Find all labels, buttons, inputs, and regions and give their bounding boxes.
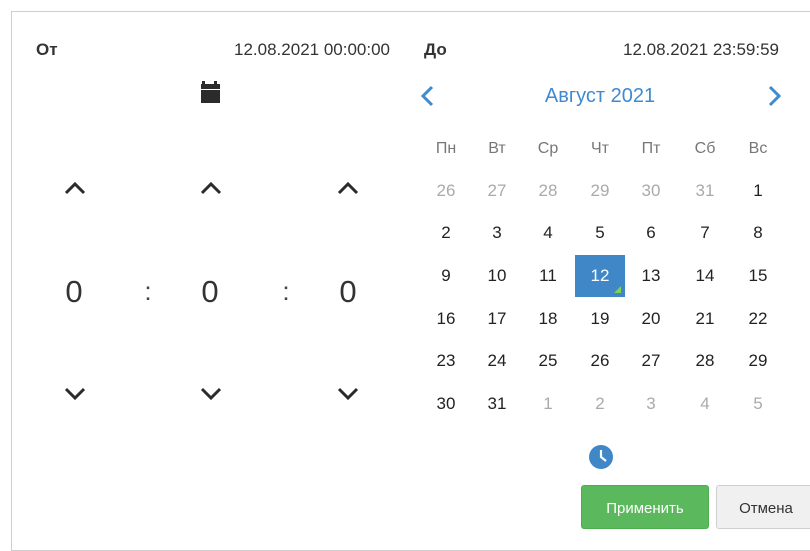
hours-up-chevron-up-icon[interactable]	[59, 178, 91, 198]
clock-icon[interactable]	[588, 444, 614, 470]
calendar-day[interactable]: 2	[421, 212, 471, 254]
calendar-day[interactable]: 8	[733, 212, 783, 254]
calendar-day[interactable]: 17	[472, 298, 522, 340]
calendar-day[interactable]: 30	[626, 170, 676, 212]
calendar-day[interactable]: 23	[421, 340, 471, 382]
calendar-day[interactable]: 14	[680, 255, 730, 297]
calendar-day[interactable]: 6	[626, 212, 676, 254]
to-datetime: 12.08.2021 23:59:59	[623, 40, 779, 59]
weekday-header: Чт	[591, 140, 609, 157]
weekday-header: Вт	[488, 140, 506, 157]
calendar-day[interactable]: 21	[680, 298, 730, 340]
weekday-header: Сб	[694, 140, 716, 157]
seconds-up-chevron-up-icon[interactable]	[332, 178, 364, 198]
calendar-day[interactable]: 9	[421, 255, 471, 297]
calendar-day[interactable]: 3	[626, 383, 676, 425]
from-label: От	[36, 40, 58, 59]
calendar-day[interactable]: 1	[523, 383, 573, 425]
calendar-day[interactable]: 13	[626, 255, 676, 297]
weekday-header: Пн	[435, 140, 457, 157]
weekday-header: Ср	[537, 140, 559, 157]
minutes-value: 0	[201, 274, 219, 309]
calendar-day[interactable]: 11	[523, 255, 573, 297]
cancel-button[interactable]: Отмена	[716, 485, 810, 529]
hours-down-chevron-down-icon[interactable]	[59, 384, 91, 404]
calendar-day[interactable]: 4	[523, 212, 573, 254]
calendar-day[interactable]: 30	[421, 383, 471, 425]
to-label: До	[424, 40, 447, 59]
calendar-day[interactable]: 26	[421, 170, 471, 212]
calendar-day[interactable]: 10	[472, 255, 522, 297]
calendar-day[interactable]: 3	[472, 212, 522, 254]
weekday-header: Вс	[748, 140, 768, 157]
calendar-day[interactable]: 2	[575, 383, 625, 425]
calendar-day[interactable]: 22	[733, 298, 783, 340]
calendar-day[interactable]: 28	[680, 340, 730, 382]
time-separator: :	[282, 276, 290, 306]
hours-value: 0	[65, 274, 83, 309]
calendar-day[interactable]: 5	[575, 212, 625, 254]
calendar-day[interactable]: 27	[472, 170, 522, 212]
calendar-day[interactable]: 27	[626, 340, 676, 382]
calendar-day[interactable]: 4	[680, 383, 730, 425]
calendar-icon[interactable]	[199, 80, 223, 104]
calendar-day[interactable]: 16	[421, 298, 471, 340]
calendar-day[interactable]: 29	[733, 340, 783, 382]
minutes-up-chevron-up-icon[interactable]	[195, 178, 227, 198]
time-separator: :	[144, 276, 152, 306]
calendar-day[interactable]: 7	[680, 212, 730, 254]
seconds-value: 0	[339, 274, 357, 309]
calendar-day[interactable]: 29	[575, 170, 625, 212]
calendar-day-selected[interactable]: 12	[575, 255, 625, 297]
calendar-day[interactable]: 20	[626, 298, 676, 340]
calendar-day[interactable]: 15	[733, 255, 783, 297]
minutes-down-chevron-down-icon[interactable]	[195, 384, 227, 404]
seconds-down-chevron-down-icon[interactable]	[332, 384, 364, 404]
chevron-right-icon[interactable]	[764, 82, 784, 110]
calendar-day[interactable]: 25	[523, 340, 573, 382]
calendar-day[interactable]: 5	[733, 383, 783, 425]
from-datetime: 12.08.2021 00:00:00	[234, 40, 390, 59]
weekday-header: Пт	[641, 140, 661, 157]
calendar-day[interactable]: 19	[575, 298, 625, 340]
calendar-day[interactable]: 26	[575, 340, 625, 382]
calendar-day[interactable]: 1	[733, 170, 783, 212]
month-title[interactable]: Август 2021	[500, 85, 700, 108]
calendar-day[interactable]: 31	[680, 170, 730, 212]
calendar-day[interactable]: 18	[523, 298, 573, 340]
calendar-day[interactable]: 31	[472, 383, 522, 425]
calendar-day[interactable]: 24	[472, 340, 522, 382]
apply-button[interactable]: Применить	[581, 485, 709, 529]
chevron-left-icon[interactable]	[418, 82, 438, 110]
calendar-day[interactable]: 28	[523, 170, 573, 212]
